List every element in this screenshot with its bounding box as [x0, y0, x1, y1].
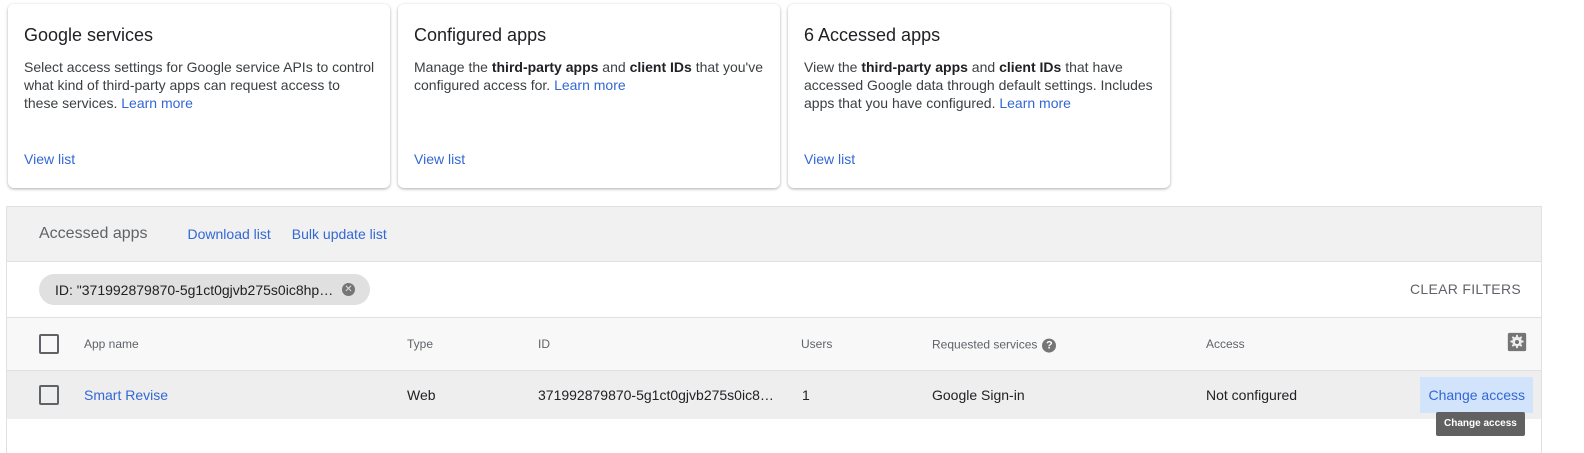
app-name-link[interactable]: Smart Revise — [84, 387, 168, 403]
select-all-checkbox[interactable] — [39, 334, 59, 354]
card-description: View the third-party apps and client IDs… — [804, 58, 1156, 112]
clear-filters-button[interactable]: CLEAR FILTERS — [1410, 281, 1521, 297]
card-description-text: Select access settings for Google servic… — [24, 59, 375, 111]
download-list-link[interactable]: Download list — [188, 226, 271, 242]
panel-header: Accessed apps Download list Bulk update … — [7, 207, 1541, 262]
card-description-text: and — [967, 59, 1000, 75]
learn-more-link[interactable]: Learn more — [554, 77, 626, 93]
close-icon[interactable]: ✕ — [342, 283, 355, 296]
card-description-bold: third-party apps — [491, 59, 599, 75]
column-header-users[interactable]: Users — [801, 337, 832, 351]
view-list-link[interactable]: View list — [414, 151, 465, 167]
card-title: Google services — [24, 25, 154, 45]
view-list-link[interactable]: View list — [804, 151, 855, 167]
card-description-bold: client IDs — [629, 59, 692, 75]
table-header: App name Type ID Users Requested service… — [7, 318, 1541, 371]
card-description-text: View the — [804, 59, 862, 75]
card-accessed-apps: 6 Accessed apps View the third-party app… — [788, 4, 1170, 188]
card-description-text: Manage the — [414, 59, 492, 75]
card-configured-apps: Configured apps Manage the third-party a… — [398, 4, 780, 188]
app-access-status: Not configured — [1206, 387, 1298, 403]
column-header-id[interactable]: ID — [538, 337, 550, 351]
learn-more-link[interactable]: Learn more — [121, 95, 193, 111]
row-checkbox[interactable] — [39, 385, 59, 405]
help-icon[interactable]: ? — [1042, 338, 1057, 353]
panel-title: Accessed apps — [39, 225, 148, 242]
card-title: 6 Accessed apps — [804, 25, 941, 45]
app-users: 1 — [802, 387, 810, 403]
card-google-services: Google services Select access settings f… — [8, 4, 390, 188]
bulk-update-list-link[interactable]: Bulk update list — [292, 226, 387, 242]
gear-icon[interactable] — [1507, 332, 1527, 352]
card-description-text: and — [598, 59, 630, 75]
column-header-requested-services[interactable]: Requested services? — [932, 337, 1057, 353]
card-description-bold: third-party apps — [861, 59, 968, 75]
column-header-access[interactable]: Access — [1206, 337, 1245, 351]
card-description: Manage the third-party apps and client I… — [414, 58, 766, 94]
table-row[interactable]: Smart Revise Web 371992879870-5g1ct0gjvb… — [7, 371, 1541, 419]
card-title: Configured apps — [414, 25, 547, 45]
column-header-requested-services-label: Requested services — [932, 337, 1038, 352]
card-description: Select access settings for Google servic… — [24, 58, 376, 112]
change-access-tooltip: Change access — [1436, 412, 1525, 436]
filter-chip-label: ID: "371992879870-5g1ct0gjvb275s0ic8hp2.… — [55, 281, 335, 298]
column-header-app-name[interactable]: App name — [84, 337, 139, 351]
column-header-type[interactable]: Type — [407, 337, 433, 351]
app-requested-services: Google Sign-in — [932, 387, 1025, 403]
filter-chip[interactable]: ID: "371992879870-5g1ct0gjvb275s0ic8hp2.… — [39, 274, 370, 305]
summary-cards: Google services Select access settings f… — [8, 4, 1170, 188]
accessed-apps-panel: Accessed apps Download list Bulk update … — [6, 206, 1542, 453]
card-description-bold: client IDs — [999, 59, 1062, 75]
change-access-button[interactable]: Change access — [1420, 377, 1533, 413]
learn-more-link[interactable]: Learn more — [999, 95, 1071, 111]
filter-bar: ID: "371992879870-5g1ct0gjvb275s0ic8hp2.… — [7, 262, 1541, 318]
app-type: Web — [407, 387, 436, 403]
app-id: 371992879870-5g1ct0gjvb275s0ic8hp2... — [538, 387, 776, 403]
view-list-link[interactable]: View list — [24, 151, 75, 167]
